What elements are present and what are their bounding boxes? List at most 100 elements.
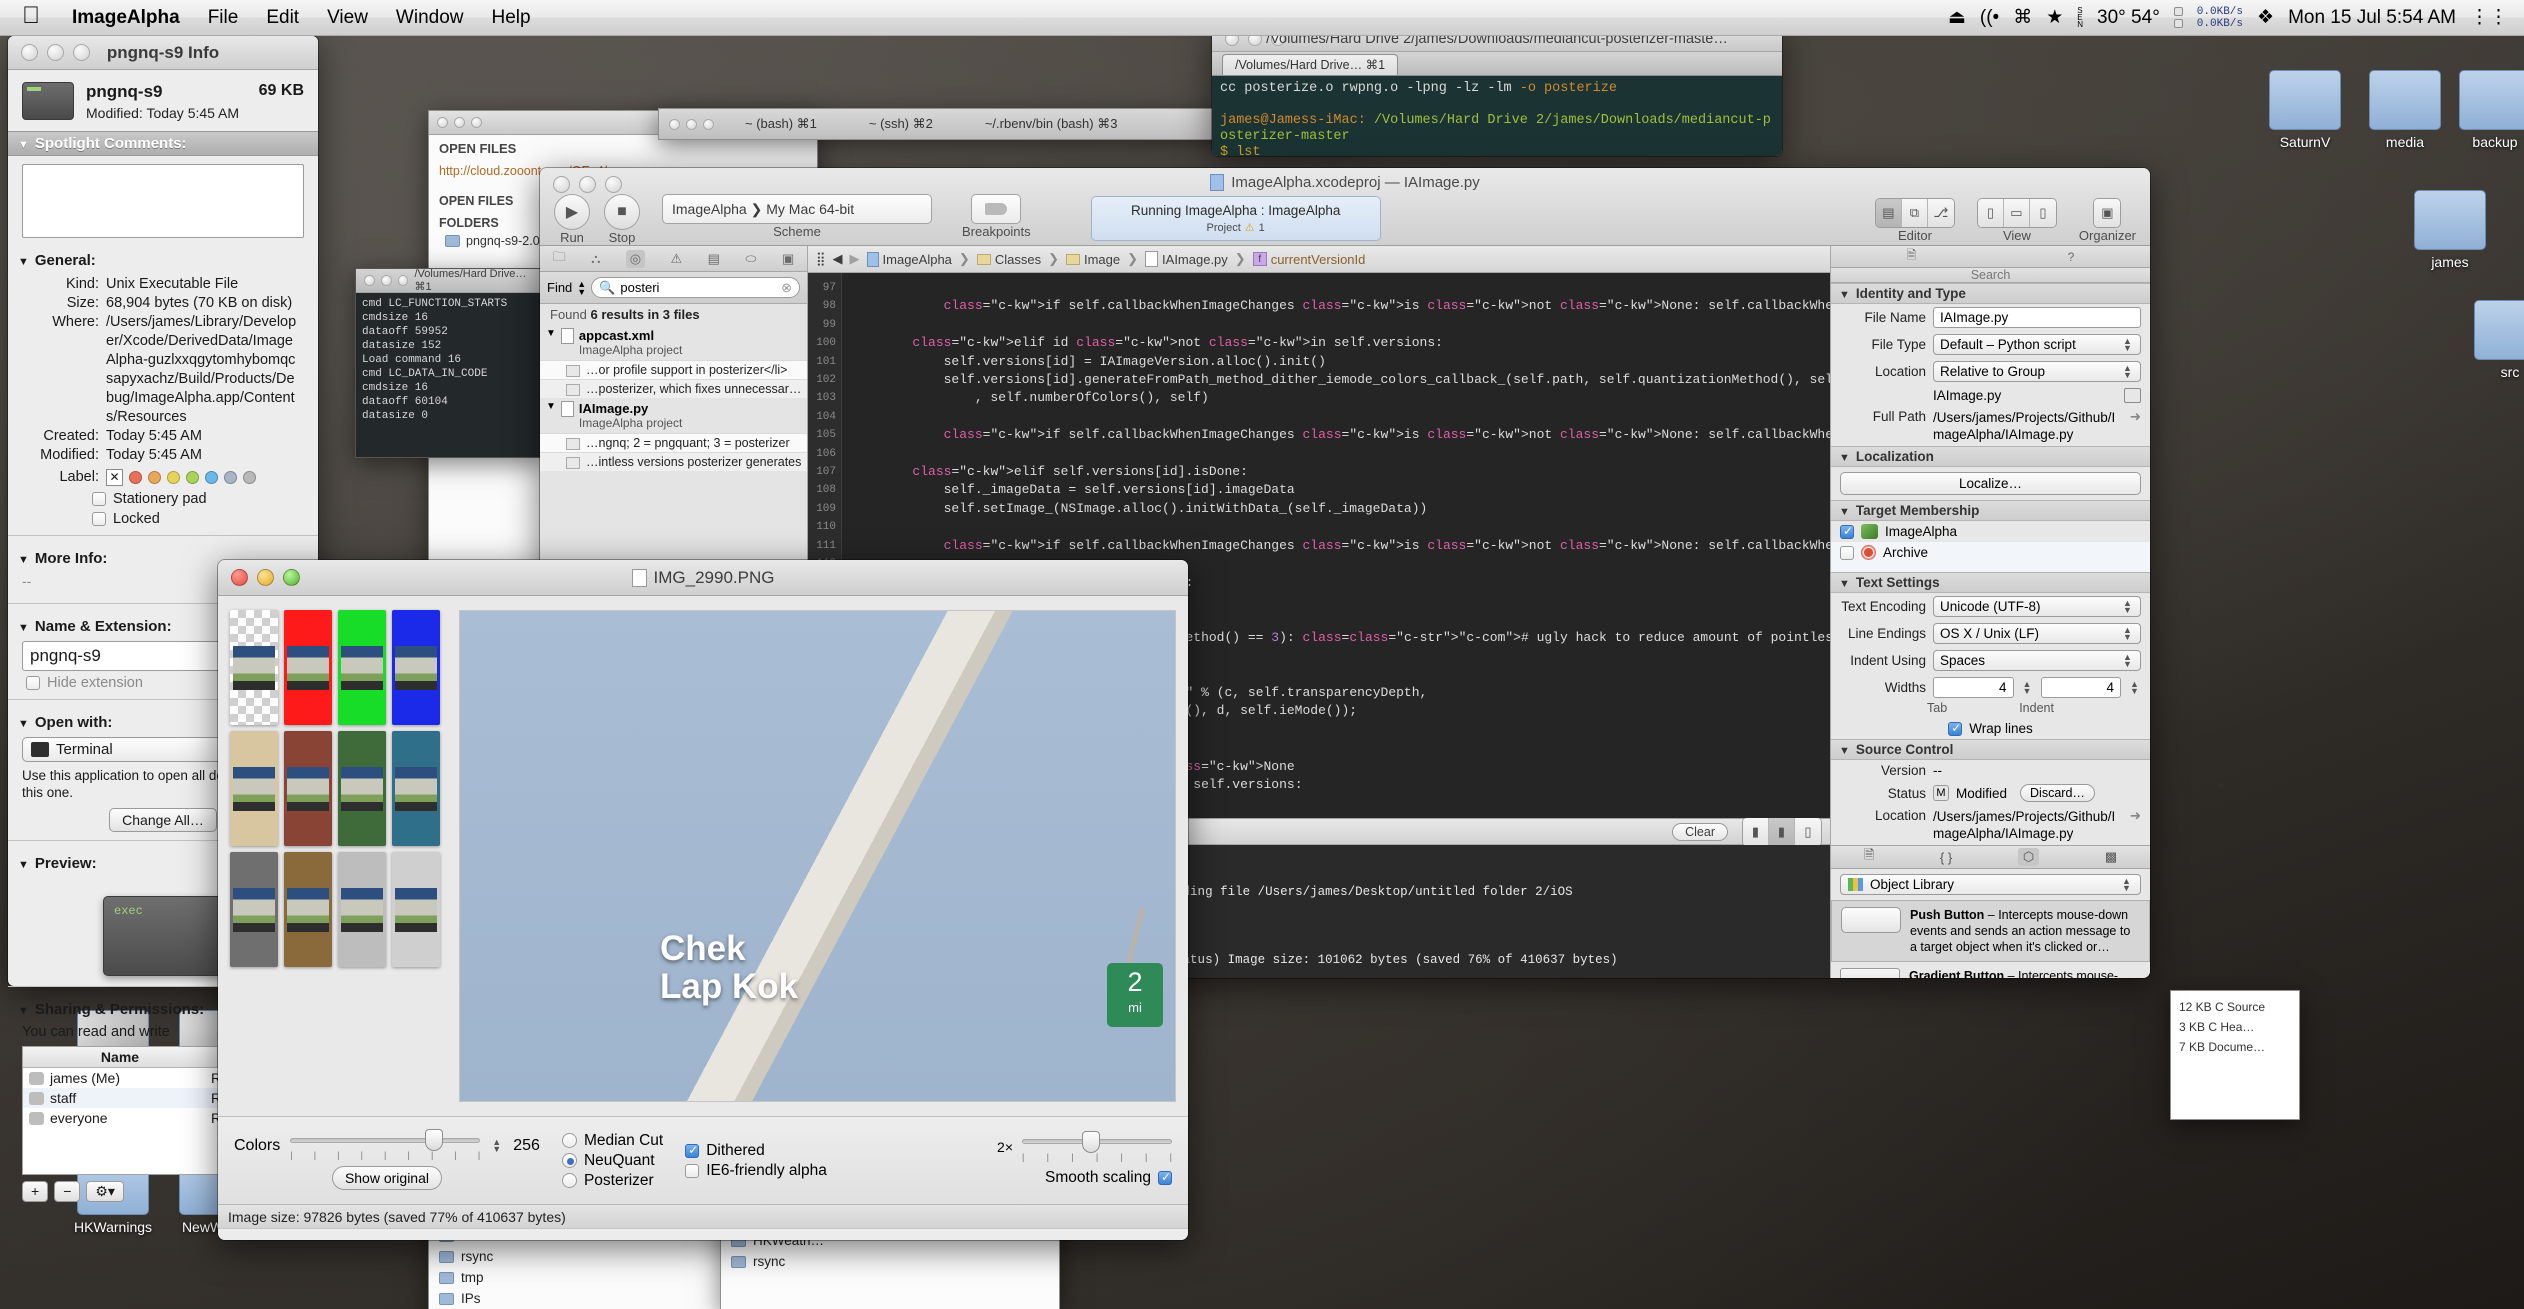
close-icon[interactable] — [437, 117, 448, 128]
label-swatch-gray[interactable] — [243, 471, 256, 484]
breadcrumb-classes[interactable]: Classes — [976, 252, 1041, 267]
zoom-icon[interactable] — [283, 569, 300, 586]
clear-console-button[interactable]: Clear — [1672, 822, 1728, 841]
find-mode-label[interactable]: Find — [547, 280, 572, 295]
slider-knob[interactable] — [425, 1129, 444, 1151]
organizer-button[interactable]: ▣ — [2093, 198, 2122, 228]
debug-toggle-icon[interactable]: ▭ — [2003, 199, 2030, 227]
sen-indicator[interactable]: SEN — [2077, 7, 2083, 29]
window-controls[interactable] — [8, 44, 90, 61]
method-median-cut[interactable]: Median Cut — [561, 1132, 663, 1150]
palette-swatch[interactable] — [284, 731, 332, 846]
scheme-popup[interactable]: ImageAlpha ❯ My Mac 64-bit — [662, 194, 932, 224]
smooth-scaling-checkbox[interactable] — [1158, 1170, 1172, 1185]
disclosure-triangle-icon[interactable]: ▼ — [18, 859, 29, 871]
run-button[interactable]: ▶ Run — [554, 194, 590, 245]
library-items-list[interactable]: Push Button – Intercepts mouse-down even… — [1831, 900, 2150, 978]
wrap-lines-row[interactable]: Wrap lines — [1831, 718, 2150, 739]
line-endings-popup[interactable]: OS X / Unix (LF) ▲ ▼ — [1933, 623, 2141, 645]
desktop-icon-james[interactable]: james — [2395, 190, 2505, 270]
imagealpha-window[interactable]: IMG_2990.PNG Chek Lap Kok 2 mi Colors | … — [218, 560, 1188, 1240]
terminal-output[interactable]: cc posterize.o rwpng.o -lpng -lz -lm -o … — [1212, 76, 1782, 156]
terminal-window[interactable]: /Volumes/Hard Drive 2/james/Downloads/me… — [1212, 26, 1782, 156]
radio-icon[interactable] — [561, 1153, 577, 1168]
menu-window[interactable]: Window — [382, 7, 478, 29]
file-type-popup[interactable]: Default – Python script ▲ ▼ — [1933, 334, 2141, 355]
stop-button[interactable]: ■ Stop — [604, 194, 640, 245]
terminal-tab-ssh[interactable]: ~ (ssh) ⌘2 — [843, 116, 959, 132]
forward-arrow-icon[interactable]: ▶ — [850, 251, 860, 267]
close-icon[interactable] — [364, 275, 375, 286]
library-item-push-button[interactable]: Push Button – Intercepts mouse-down even… — [1831, 900, 2150, 963]
eject-icon[interactable]: ⏏ — [1948, 6, 1966, 29]
palette-swatch[interactable] — [338, 852, 386, 967]
localization-header[interactable]: ▼ Localization — [1831, 446, 2150, 467]
imagealpha-titlebar[interactable]: IMG_2990.PNG — [218, 560, 1188, 596]
info-titlebar[interactable]: pngnq-s9 Info — [8, 36, 318, 70]
version-editor-icon[interactable]: ⎇ — [1927, 199, 1954, 227]
variables-view-icon[interactable]: ▮ — [1743, 817, 1769, 846]
terminal-tab[interactable]: /Volumes/Hard Drive… ⌘1 — [1222, 54, 1399, 75]
result-line[interactable]: …intless versions posterizer generates — [540, 452, 807, 471]
desktop-icon-saturnv[interactable]: SaturnV — [2250, 70, 2360, 150]
find-bar[interactable]: Find ▲ ▼ 🔍 posteri ⊗ — [540, 272, 807, 304]
folder-icon[interactable]: 🗀 — [553, 248, 566, 270]
text-settings-header[interactable]: ▼ Text Settings — [1831, 572, 2150, 594]
breadcrumb-file[interactable]: IAImage.py — [1145, 251, 1228, 267]
dump-window[interactable]: /Volumes/Hard Drive… ⌘1 cmd LC_FUNCTION_… — [355, 268, 545, 458]
zoom-icon[interactable] — [73, 44, 90, 61]
test-icon[interactable]: ▤ — [708, 251, 720, 267]
zoom-slider[interactable] — [1022, 1130, 1172, 1153]
disclosure-triangle-icon[interactable]: ▼ — [546, 401, 556, 412]
assistant-editor-icon[interactable]: ⧉ — [1901, 199, 1928, 227]
warning-icon[interactable]: ⚠ — [671, 251, 683, 267]
choose-file-icon[interactable] — [2124, 388, 2141, 403]
window-controls[interactable] — [218, 569, 300, 586]
palette-swatch[interactable] — [284, 852, 332, 967]
breakpoints-button[interactable]: Breakpoints — [962, 194, 1031, 239]
split-view-icon[interactable]: ▮ — [1769, 817, 1795, 846]
spotlight-comments-header[interactable]: ▼ Spotlight Comments: — [8, 131, 318, 156]
target-row-imagealpha[interactable]: ImageAlpha — [1831, 521, 2150, 542]
minimize-icon[interactable] — [47, 44, 64, 61]
terminal-tab-bash[interactable]: ~ (bash) ⌘1 — [719, 116, 843, 132]
result-line[interactable]: …posterizer, which fixes unnecessar… — [540, 379, 807, 398]
indent-using-row[interactable]: Indent Using Spaces ▲ ▼ — [1831, 647, 2150, 674]
menu-imagealpha[interactable]: ImageAlpha — [58, 7, 194, 29]
navigator-toggle-icon[interactable]: ▯ — [1977, 199, 2004, 227]
imagealpha-controls[interactable]: Colors | | | | | | | | | ▲ ▼ 256 Show original Me… — [218, 1116, 1188, 1204]
xcode-inspector[interactable]: 🗎 ? Search ▼ Identity and Type File Name … — [1830, 246, 2150, 978]
disclosure-triangle-icon[interactable]: ▼ — [546, 328, 556, 339]
view-toggle-buttons[interactable]: ▯ ▭ ▯ — [1976, 198, 2057, 228]
reveal-in-finder-icon[interactable]: ➜ — [2130, 409, 2141, 425]
ie6-row[interactable]: IE6-friendly alpha — [685, 1162, 827, 1180]
result-line[interactable]: …ngnq; 2 = pngquant; 3 = posterizer — [540, 433, 807, 452]
zoom-icon[interactable] — [471, 117, 482, 128]
add-permission-button[interactable]: + — [22, 1181, 49, 1202]
palette-swatch[interactable] — [338, 610, 386, 725]
view-segment[interactable]: ▯ ▭ ▯ View — [1976, 198, 2057, 243]
palette-swatch[interactable] — [392, 852, 440, 967]
table-row[interactable]: 3 KB C Hea… — [2179, 1017, 2291, 1037]
image-preview[interactable]: Chek Lap Kok 2 mi — [459, 610, 1176, 1102]
file-template-icon[interactable]: 🗎 — [1864, 846, 1874, 868]
console-layout-buttons[interactable]: ▮ ▮ ▯ — [1742, 816, 1822, 847]
discard-button[interactable]: Discard… — [2020, 784, 2095, 803]
finder-file-list[interactable]: 12 KB C Source 3 KB C Hea… 7 KB Docume… — [2170, 990, 2300, 1120]
utilities-toggle-icon[interactable]: ▯ — [2029, 199, 2056, 227]
search-icon[interactable]: ◎ — [625, 249, 646, 268]
palette-swatch[interactable] — [392, 731, 440, 846]
scheme-selector[interactable]: ImageAlpha ❯ My Mac 64-bit Scheme — [662, 194, 932, 239]
palette-swatch[interactable] — [230, 852, 278, 967]
minimize-icon[interactable] — [454, 117, 465, 128]
text-encoding-popup[interactable]: Unicode (UTF-8) ▲ ▼ — [1933, 596, 2141, 618]
clear-search-icon[interactable]: ⊗ — [781, 280, 792, 296]
reveal-in-finder-icon[interactable]: ➜ — [2130, 808, 2141, 824]
location-row[interactable]: Location Relative to Group ▲ ▼ — [1831, 358, 2150, 385]
star-icon[interactable]: ★ — [2046, 6, 2063, 29]
result-line[interactable]: …or profile support in posterizer</li> — [540, 360, 807, 379]
indent-width-input[interactable]: 4 — [2040, 677, 2121, 699]
organizer-icon[interactable]: ▣ — [2094, 199, 2121, 227]
palette-swatch[interactable] — [230, 731, 278, 846]
smooth-scaling-row[interactable]: Smooth scaling — [1045, 1169, 1172, 1187]
